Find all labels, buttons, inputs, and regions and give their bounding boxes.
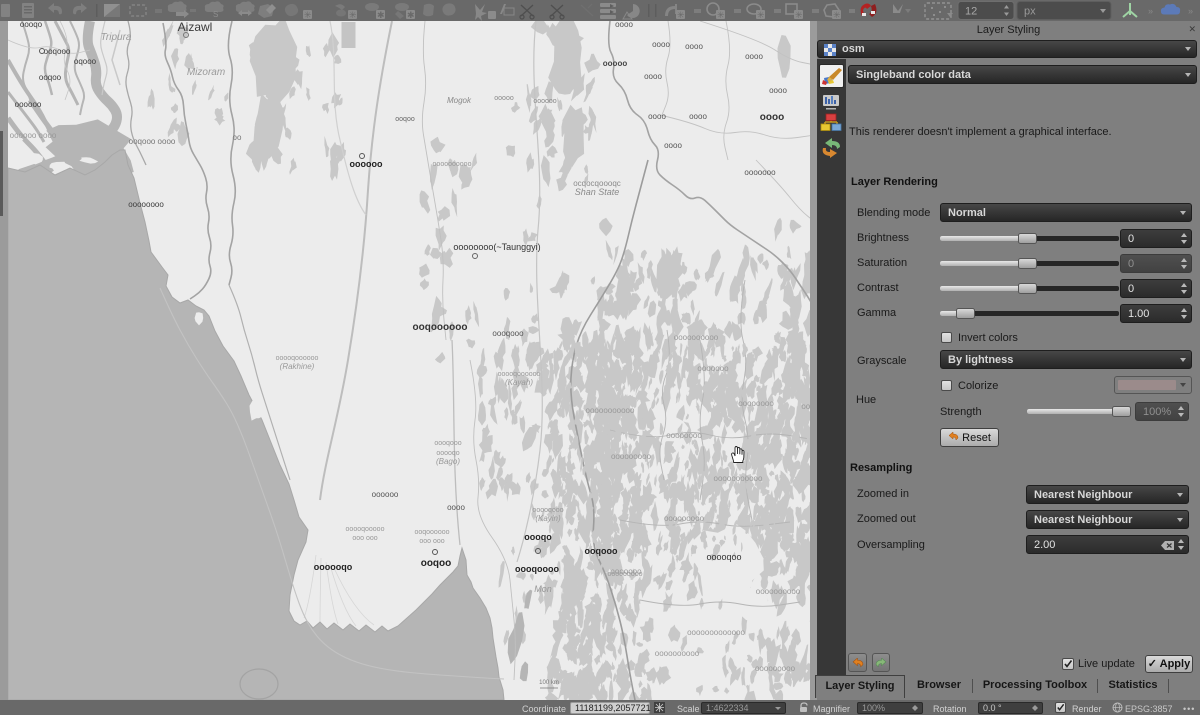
svg-text:oooo: oooo <box>685 42 703 51</box>
svg-text:ooooqoooooo: ooooqoooooo <box>498 371 541 378</box>
svg-text:100 km: 100 km <box>539 680 559 686</box>
svg-text:✳: ✳ <box>304 10 312 20</box>
svg-text:oooo: oooo <box>745 52 763 61</box>
svg-text:oooqooo: oooqooo <box>434 440 461 447</box>
svg-text:Mogok: Mogok <box>447 96 472 105</box>
svg-text:ooooqoo: ooooqoo <box>706 552 741 562</box>
svg-text:oooooooo: oooooooo <box>738 399 774 408</box>
svg-text:Tripura: Tripura <box>101 32 132 43</box>
svg-text:oooqo: oooqo <box>524 532 552 542</box>
svg-text:oooooo: oooooo <box>15 100 42 109</box>
svg-text:oooqooo: oooqooo <box>492 329 524 338</box>
svg-text:oooo: oooo <box>644 72 662 81</box>
svg-text:(Bago): (Bago) <box>436 457 460 466</box>
svg-text:ooooooo: ooooooo <box>697 364 729 373</box>
svg-text:oooooqo: oooooqo <box>314 562 353 572</box>
svg-text:ooooqooooo: ooooqooooo <box>346 526 385 533</box>
svg-text:»: » <box>1188 6 1193 16</box>
svg-text:ooooqooo: ooooqooo <box>532 507 563 514</box>
svg-text:oo: oo <box>233 133 242 142</box>
svg-text:ooo ooo: ooo ooo <box>352 535 377 542</box>
svg-text:ooqooo: ooqooo <box>44 47 71 56</box>
svg-text:(Rakhine): (Rakhine) <box>280 362 315 371</box>
svg-text:Aizawl: Aizawl <box>178 21 213 34</box>
svg-text:ooooqo: ooooqo <box>436 450 459 457</box>
svg-text:ooooo: ooooo <box>494 95 514 102</box>
svg-text:ooqoooooo: ooqoooooo <box>414 529 449 536</box>
svg-text:ooooooooo: ooooooooo <box>664 514 705 523</box>
svg-text:ooooo: ooooo <box>603 59 628 68</box>
svg-text:ooooooooo: ooooooooo <box>611 452 652 461</box>
svg-text:ooqooo: ooqooo <box>585 546 618 556</box>
svg-text:oooooo oooo: oooooo oooo <box>10 131 57 140</box>
svg-text:Shan State: Shan State <box>575 187 620 197</box>
svg-text:oooooo: oooooo <box>533 98 556 105</box>
svg-text:(Kayin): (Kayin) <box>535 514 561 523</box>
svg-text:✳: ✳ <box>795 10 803 20</box>
svg-text:S: S <box>213 10 218 19</box>
svg-text:oooo: oooo <box>648 112 666 121</box>
svg-text:oooo: oooo <box>615 21 633 29</box>
svg-text:oooooooooo: oooooooooo <box>674 333 719 342</box>
svg-text:✱: ✱ <box>407 10 415 20</box>
svg-text:ooooooo: ooooooo <box>610 567 642 576</box>
svg-text:oooo: oooo <box>689 112 707 121</box>
svg-text:ooooooo: ooooooo <box>744 168 776 177</box>
svg-text:oooo: oooo <box>447 503 465 512</box>
svg-text:(Kayah): (Kayah) <box>505 378 533 387</box>
svg-text:oooooooooo: oooooooooo <box>433 161 472 168</box>
svg-text:oooqoooo: oooqoooo <box>515 564 559 574</box>
svg-text:ooo: ooo <box>801 402 810 411</box>
svg-text:oooooooo: oooooooo <box>128 200 164 209</box>
svg-text:ooooooooo: ooooooooo <box>755 664 796 673</box>
svg-text:ooooooooooo: ooooooooooo <box>714 474 763 483</box>
svg-text:12: 12 <box>965 6 977 18</box>
svg-text:✳: ✳ <box>833 10 841 20</box>
svg-text:✳: ✳ <box>757 10 765 20</box>
svg-text:ooqoooooo: ooqoooooo <box>413 322 468 333</box>
svg-text:oooo: oooo <box>652 40 670 49</box>
svg-text:oooqo: oooqo <box>20 21 43 29</box>
svg-text:✳: ✳ <box>717 10 725 20</box>
svg-text:oooooooooo: oooooooooo <box>756 587 801 596</box>
svg-text:ooqoo: ooqoo <box>39 73 62 82</box>
svg-text:oooo: oooo <box>664 141 682 150</box>
svg-text:oooooooo: oooooooo <box>666 431 702 440</box>
svg-text:✳: ✳ <box>349 10 357 20</box>
svg-text:oqooo: oqooo <box>74 57 97 66</box>
svg-text:oooo: oooo <box>760 112 784 123</box>
svg-text:ooooqoooooo: ooooqoooooo <box>276 355 319 362</box>
svg-text:oooooo: oooooo <box>372 490 399 499</box>
svg-text:Mon: Mon <box>534 584 552 594</box>
svg-text:oooooooo(~Taunggyi): oooooooo(~Taunggyi) <box>453 242 540 252</box>
svg-text:✳: ✳ <box>677 10 685 20</box>
svg-text:oooo: oooo <box>769 86 787 95</box>
svg-text:px: px <box>1024 6 1036 18</box>
svg-text:ooo ooo: ooo ooo <box>419 538 444 545</box>
svg-text:Mizoram: Mizoram <box>187 67 225 78</box>
svg-text:oooooo: oooooo <box>350 159 383 169</box>
svg-text:✱: ✱ <box>377 10 385 20</box>
svg-text:ooqoo: ooqoo <box>395 116 415 123</box>
svg-text:ooqooo oooo: ooqooo oooo <box>129 137 176 146</box>
svg-text:ooooooooooo: ooooooooooo <box>586 406 635 415</box>
svg-text:ooooooooooooo: ooooooooooooo <box>687 628 745 637</box>
svg-text:oooooooooo: oooooooooo <box>655 649 700 658</box>
svg-text:»: » <box>1148 6 1153 16</box>
svg-text:ooqoo: ooqoo <box>421 558 452 569</box>
